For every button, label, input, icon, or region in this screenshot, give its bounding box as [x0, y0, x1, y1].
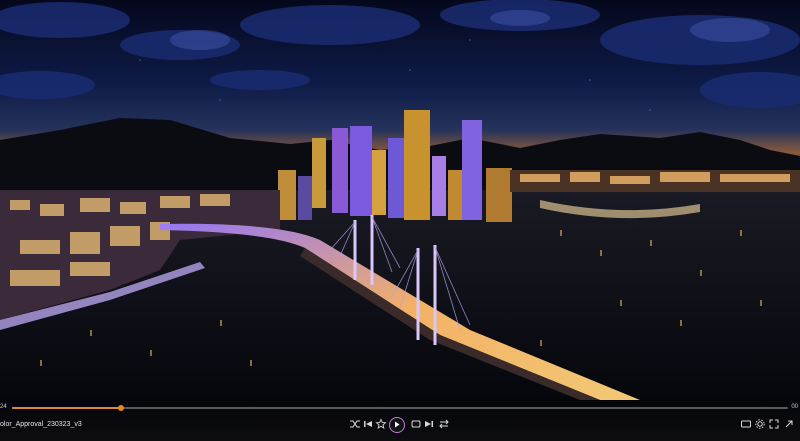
bookmark-icon[interactable]: [375, 418, 387, 430]
play-button[interactable]: [389, 417, 405, 433]
time-elapsed: 24: [0, 404, 7, 410]
previous-icon[interactable]: [362, 418, 374, 430]
expand-icon[interactable]: [783, 418, 795, 430]
fullscreen-icon[interactable]: [768, 418, 780, 430]
loop-icon[interactable]: [410, 418, 422, 430]
file-title: olor_Approval_230323_v3: [0, 421, 82, 428]
repeat-icon[interactable]: [438, 418, 450, 430]
seek-bar[interactable]: [12, 405, 788, 411]
seek-handle[interactable]: [117, 405, 124, 411]
seek-progress: [12, 407, 121, 409]
subtitles-icon[interactable]: [740, 418, 752, 430]
next-icon[interactable]: [423, 418, 435, 430]
video-frame[interactable]: [0, 0, 800, 400]
play-icon: [395, 421, 400, 428]
shuffle-icon[interactable]: [349, 418, 361, 430]
night-city-scene: [0, 0, 800, 400]
time-total: 00: [791, 404, 798, 410]
settings-icon[interactable]: [754, 418, 766, 430]
